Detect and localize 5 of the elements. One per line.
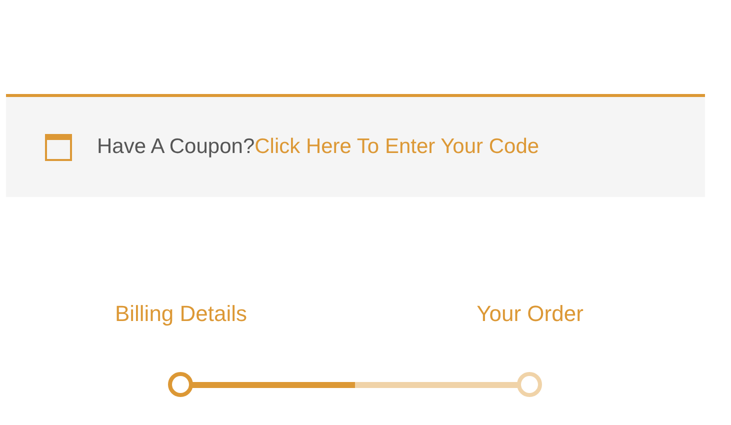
window-icon xyxy=(45,134,72,160)
coupon-link[interactable]: Click Here To Enter Your Code xyxy=(254,135,540,158)
step-label[interactable]: Your Order xyxy=(476,297,584,330)
step-label[interactable]: Billing Details xyxy=(114,297,248,330)
coupon-text: Have A Coupon?Click Here To Enter Your Code xyxy=(97,134,540,160)
